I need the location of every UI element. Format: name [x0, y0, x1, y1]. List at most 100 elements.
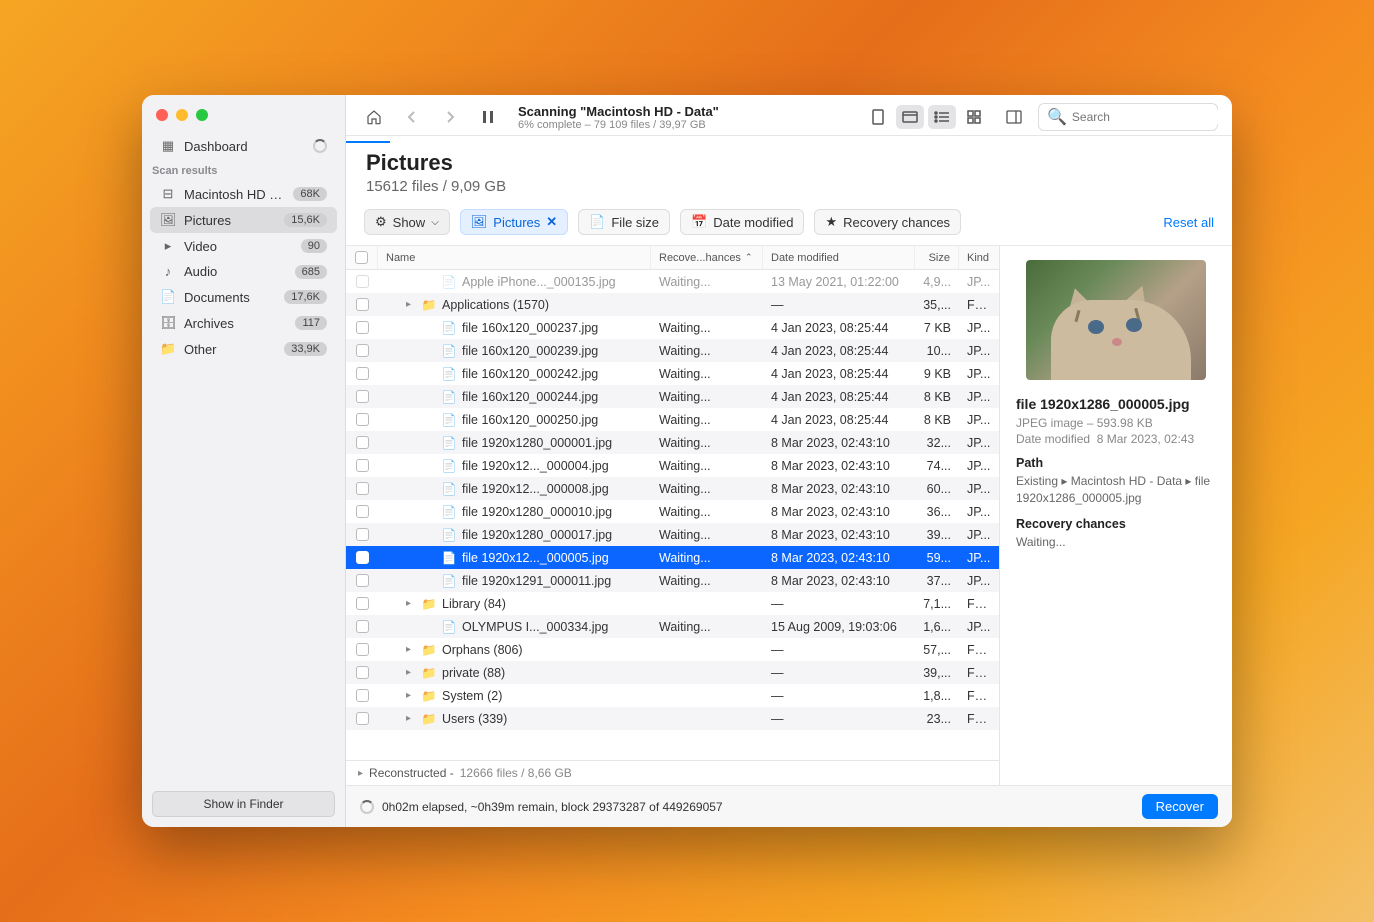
expand-caret-icon[interactable]: ▸ — [406, 299, 416, 310]
forward-button[interactable] — [436, 105, 464, 129]
table-row[interactable]: 📄file 160x120_000244.jpg Waiting... 4 Ja… — [346, 385, 999, 408]
table-row[interactable]: ▸📁System (2) — 1,8... Fol... — [346, 684, 999, 707]
row-checkbox[interactable] — [356, 367, 369, 380]
table-row[interactable]: ▸📁Users (339) — 23... Fol... — [346, 707, 999, 730]
detail-recovery-value: Waiting... — [1016, 534, 1216, 551]
reset-all-link[interactable]: Reset all — [1163, 215, 1214, 230]
search-input[interactable] — [1072, 110, 1227, 124]
table-row[interactable]: 📄Apple iPhone..._000135.jpg Waiting... 1… — [346, 270, 999, 293]
other-icon: 📁 — [160, 341, 176, 357]
file-name: Users (339) — [442, 712, 507, 726]
home-button[interactable] — [360, 105, 388, 129]
column-name[interactable]: Name — [378, 246, 651, 269]
pause-button[interactable] — [474, 105, 502, 129]
column-size[interactable]: Size — [915, 246, 959, 269]
row-checkbox[interactable] — [356, 528, 369, 541]
sidebar-item-audio[interactable]: ♪ Audio 685 — [150, 259, 337, 284]
cell-recovery: Waiting... — [651, 505, 763, 519]
sidebar-item-video[interactable]: ▸ Video 90 — [150, 233, 337, 259]
detail-meta-date: Date modified 8 Mar 2023, 02:43 — [1016, 432, 1216, 446]
expand-caret-icon[interactable]: ▸ — [406, 644, 416, 655]
table-row[interactable]: ▸📁private (88) — 39,... Fol... — [346, 661, 999, 684]
row-checkbox[interactable] — [356, 620, 369, 633]
view-column-button[interactable] — [896, 105, 924, 129]
row-checkbox[interactable] — [356, 643, 369, 656]
sidebar-item-other[interactable]: 📁 Other 33,9K — [150, 336, 337, 362]
table-row[interactable]: 📄file 1920x12..._000008.jpg Waiting... 8… — [346, 477, 999, 500]
window-close[interactable] — [156, 109, 168, 121]
row-checkbox[interactable] — [356, 689, 369, 702]
row-checkbox[interactable] — [356, 390, 369, 403]
cell-date: 8 Mar 2023, 02:43:10 — [763, 574, 915, 588]
window-maximize[interactable] — [196, 109, 208, 121]
table-row[interactable]: 📄file 160x120_000237.jpg Waiting... 4 Ja… — [346, 316, 999, 339]
expand-caret-icon[interactable]: ▸ — [358, 768, 363, 779]
row-checkbox[interactable] — [356, 505, 369, 518]
recover-button[interactable]: Recover — [1142, 794, 1218, 819]
expand-caret-icon[interactable]: ▸ — [406, 690, 416, 701]
row-checkbox[interactable] — [356, 413, 369, 426]
cell-recovery: Waiting... — [651, 551, 763, 565]
table-row[interactable]: 📄file 1920x1291_000011.jpg Waiting... 8 … — [346, 569, 999, 592]
row-checkbox[interactable] — [356, 712, 369, 725]
filter-date-modified[interactable]: 📅 Date modified — [680, 209, 804, 235]
row-checkbox[interactable] — [356, 436, 369, 449]
row-checkbox[interactable] — [356, 321, 369, 334]
column-checkbox[interactable] — [346, 246, 378, 269]
table-row[interactable]: 📄file 160x120_000242.jpg Waiting... 4 Ja… — [346, 362, 999, 385]
sidebar-dashboard[interactable]: ▦ Dashboard — [150, 133, 337, 159]
expand-caret-icon[interactable]: ▸ — [406, 598, 416, 609]
column-kind[interactable]: Kind — [959, 246, 999, 269]
table-row[interactable]: ▸📁Library (84) — 7,1... Fol... — [346, 592, 999, 615]
row-checkbox[interactable] — [356, 298, 369, 311]
view-list-button[interactable] — [928, 105, 956, 129]
sidebar-item-documents[interactable]: 📄 Documents 17,6K — [150, 284, 337, 310]
table-row[interactable]: ▸📁Orphans (806) — 57,... Fol... — [346, 638, 999, 661]
close-icon[interactable]: ✕ — [546, 214, 557, 230]
table-row[interactable]: 📄OLYMPUS I..._000334.jpg Waiting... 15 A… — [346, 615, 999, 638]
window-minimize[interactable] — [176, 109, 188, 121]
show-in-finder-button[interactable]: Show in Finder — [152, 791, 335, 817]
cell-size: 60... — [915, 482, 959, 496]
row-checkbox[interactable] — [356, 482, 369, 495]
sidebar-item-archives[interactable]: 🗄 Archives 117 — [150, 310, 337, 336]
folder-icon: 📁 — [421, 688, 437, 704]
filter-show[interactable]: ⚙ Show ⌵ — [364, 209, 450, 235]
table-row[interactable]: 📄file 1920x12..._000004.jpg Waiting... 8… — [346, 454, 999, 477]
sidebar-item-pictures[interactable]: 🖼 Pictures 15,6K — [150, 207, 337, 233]
cell-date: 13 May 2021, 01:22:00 — [763, 275, 915, 289]
row-checkbox[interactable] — [356, 597, 369, 610]
file-name: Applications (1570) — [442, 298, 549, 312]
table-row[interactable]: 📄file 160x120_000250.jpg Waiting... 4 Ja… — [346, 408, 999, 431]
filter-recovery[interactable]: ★ Recovery chances — [814, 209, 961, 235]
row-checkbox[interactable] — [356, 666, 369, 679]
row-checkbox[interactable] — [356, 344, 369, 357]
filter-file-size[interactable]: 📄 File size — [578, 209, 670, 235]
row-checkbox[interactable] — [356, 574, 369, 587]
expand-caret-icon[interactable]: ▸ — [406, 667, 416, 678]
view-grid-button[interactable] — [960, 105, 988, 129]
table-row[interactable]: 📄file 1920x1280_000010.jpg Waiting... 8 … — [346, 500, 999, 523]
table-row[interactable]: 📄file 1920x1280_000017.jpg Waiting... 8 … — [346, 523, 999, 546]
column-recovery[interactable]: Recove...hances⌃ — [651, 246, 763, 269]
cell-size: 35,... — [915, 298, 959, 312]
image-icon: 🖼 — [160, 212, 176, 228]
panel-toggle-button[interactable] — [1000, 105, 1028, 129]
view-icon-button[interactable] — [864, 105, 892, 129]
row-checkbox[interactable] — [356, 275, 369, 288]
search-field[interactable]: 🔍 — [1038, 103, 1218, 131]
row-checkbox[interactable] — [356, 551, 369, 564]
cell-recovery: Waiting... — [651, 574, 763, 588]
column-date[interactable]: Date modified — [763, 246, 915, 269]
filesize-icon: 📄 — [589, 214, 605, 230]
row-checkbox[interactable] — [356, 459, 369, 472]
table-row[interactable]: ▸📁Applications (1570) — 35,... Fol... — [346, 293, 999, 316]
expand-caret-icon[interactable]: ▸ — [406, 713, 416, 724]
table-row[interactable]: 📄file 1920x1280_000001.jpg Waiting... 8 … — [346, 431, 999, 454]
sidebar-item-macintosh-hd-da-[interactable]: ⊟ Macintosh HD - Da... 68K — [150, 181, 337, 207]
file-icon: 📄 — [441, 435, 457, 451]
table-row[interactable]: 📄file 160x120_000239.jpg Waiting... 4 Ja… — [346, 339, 999, 362]
back-button[interactable] — [398, 105, 426, 129]
table-row[interactable]: 📄file 1920x12..._000005.jpg Waiting... 8… — [346, 546, 999, 569]
filter-pictures[interactable]: 🖼 Pictures ✕ — [460, 209, 568, 235]
